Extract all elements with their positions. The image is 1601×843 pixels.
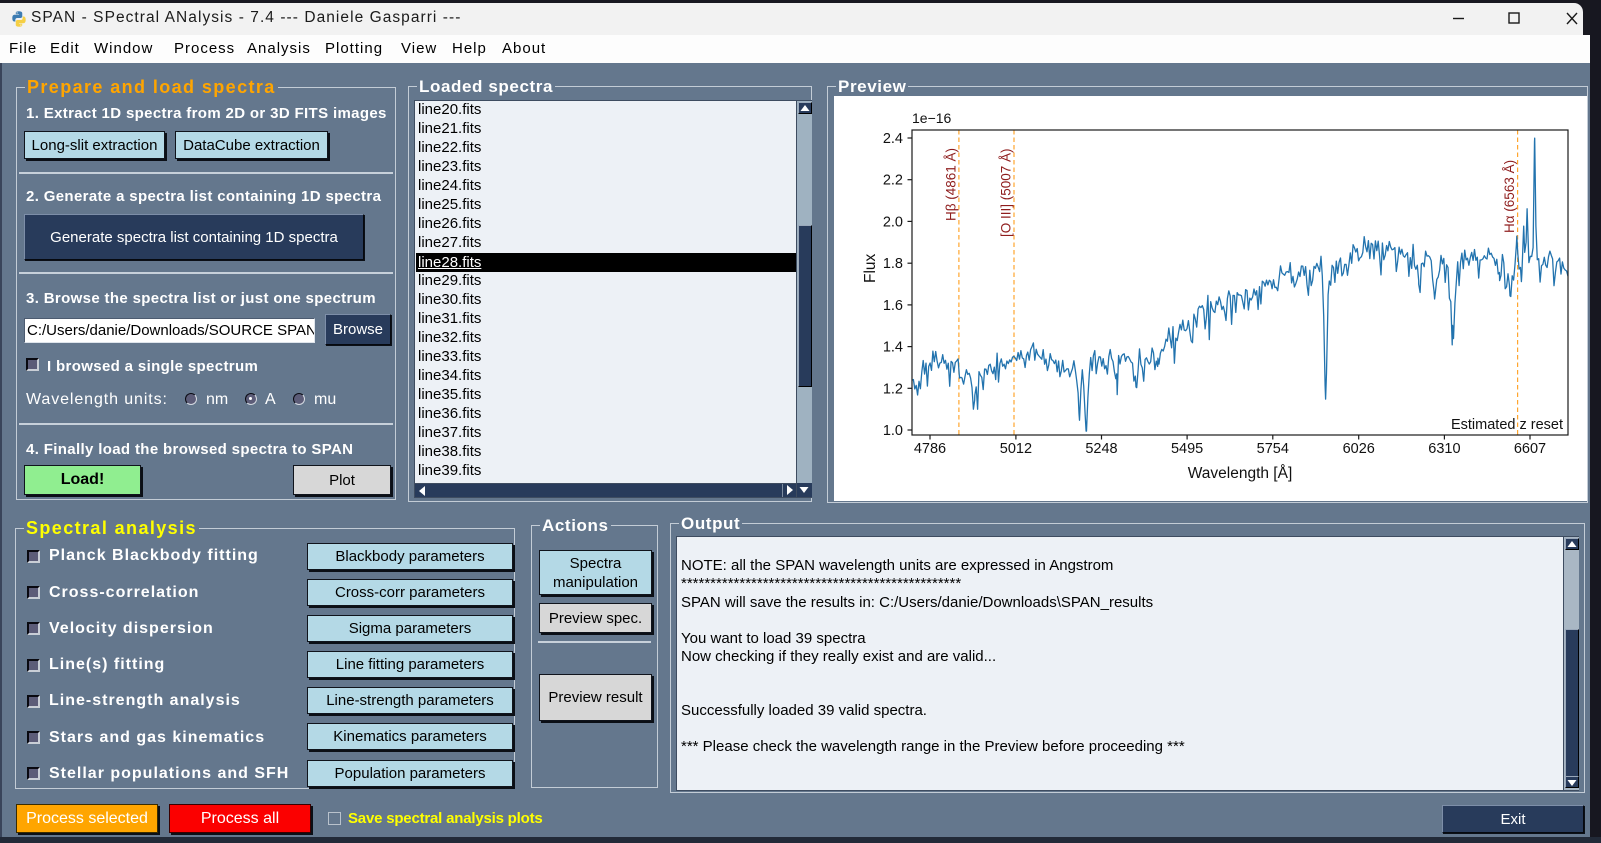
svg-text:1.0: 1.0 — [883, 423, 903, 439]
svg-text:2.0: 2.0 — [883, 214, 903, 230]
svg-text:Hα (6563 Å): Hα (6563 Å) — [1502, 160, 1517, 233]
svg-text:Wavelength [Å]: Wavelength [Å] — [1188, 465, 1293, 482]
svg-text:1.6: 1.6 — [883, 298, 903, 314]
svg-text:Flux: Flux — [862, 253, 879, 283]
svg-text:6607: 6607 — [1514, 441, 1546, 457]
svg-text:Estimated z reset: Estimated z reset — [1451, 417, 1563, 433]
svg-text:4786: 4786 — [914, 441, 946, 457]
svg-text:2.2: 2.2 — [883, 173, 903, 189]
svg-text:[O III] (5007 Å): [O III] (5007 Å) — [999, 148, 1014, 237]
svg-text:5012: 5012 — [1000, 441, 1032, 457]
svg-text:1.4: 1.4 — [883, 340, 903, 356]
svg-text:2.4: 2.4 — [883, 131, 903, 147]
svg-text:6310: 6310 — [1428, 441, 1460, 457]
svg-text:1.8: 1.8 — [883, 256, 903, 272]
svg-text:1.2: 1.2 — [883, 381, 903, 397]
svg-text:5248: 5248 — [1085, 441, 1117, 457]
svg-text:6026: 6026 — [1343, 441, 1375, 457]
svg-text:Hβ (4861 Å): Hβ (4861 Å) — [943, 148, 958, 221]
svg-text:5754: 5754 — [1257, 441, 1289, 457]
svg-text:5495: 5495 — [1171, 441, 1203, 457]
svg-text:1e−16: 1e−16 — [912, 110, 952, 126]
